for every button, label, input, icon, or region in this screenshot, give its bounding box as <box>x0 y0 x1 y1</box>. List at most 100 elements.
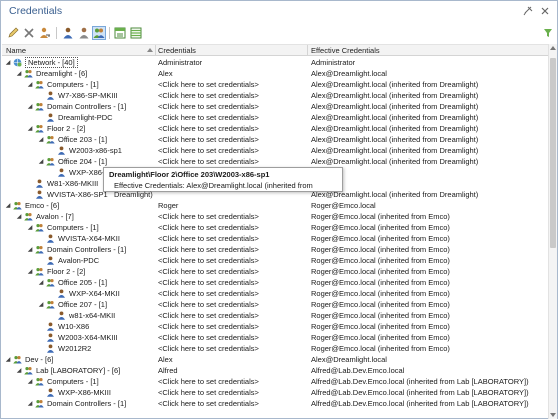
table-row[interactable]: WXP-X86-MKIII <Click here to set credenti… <box>2 387 548 398</box>
table-row[interactable]: ◢ Computers - [1] <Click here to set crede… <box>2 222 548 233</box>
close-icon[interactable] <box>540 6 550 16</box>
table-row[interactable]: ◢ Office 205 - [1] <Click here to set cred… <box>2 277 548 288</box>
single-user-icon[interactable] <box>61 26 75 40</box>
credentials-cell[interactable]: <Click here to set credentials> <box>158 124 259 133</box>
collapse-rows-icon[interactable] <box>129 26 143 40</box>
table-row[interactable]: ◢ Domain Controllers - [1] <Click here to … <box>2 244 548 255</box>
credentials-cell[interactable]: <Click here to set credentials> <box>158 212 259 221</box>
column-header-name[interactable]: Name <box>6 46 26 55</box>
credentials-cell[interactable]: <Click here to set credentials> <box>158 113 259 122</box>
expanded-arrow-icon[interactable]: ◢ <box>27 269 33 275</box>
table-row[interactable]: ◢ Office 207 - [1] <Click here to set cred… <box>2 299 548 310</box>
expanded-arrow-icon[interactable]: ◢ <box>38 302 44 308</box>
expanded-arrow-icon[interactable]: ◢ <box>5 60 11 66</box>
table-row[interactable]: W7-X86-SP-MKIII <Click here to set creden… <box>2 90 548 101</box>
user-key-icon[interactable] <box>38 26 52 40</box>
table-row[interactable]: ◢ Floor 2 - [2] <Click here to set credent… <box>2 123 548 134</box>
table-row[interactable]: ◢ Computers - [1] <Click here to set crede… <box>2 376 548 387</box>
user-group-icon[interactable] <box>92 26 106 40</box>
scroll-up-arrow-icon[interactable] <box>550 46 556 50</box>
credentials-cell[interactable]: <Click here to set credentials> <box>158 278 259 287</box>
table-row[interactable]: ◢ Dev - [6] Alex Alex@Dreamlight.local <box>2 354 548 365</box>
credentials-cell[interactable]: <Click here to set credentials> <box>158 333 259 342</box>
table-row[interactable]: ◢ Floor 2 - [2] <Click here to set credent… <box>2 266 548 277</box>
credentials-cell[interactable]: <Click here to set credentials> <box>158 80 259 89</box>
table-row[interactable]: W2003-x86-sp1 <Click here to set credenti… <box>2 145 548 156</box>
table-row[interactable]: W2003-X64-MKIII <Click here to set creden… <box>2 332 548 343</box>
column-header-credentials[interactable]: Credentials <box>158 46 196 55</box>
table-row[interactable]: ◢ Network - [40] Administrator Administrato… <box>2 57 548 68</box>
expand-rows-icon[interactable] <box>113 26 127 40</box>
table-row[interactable]: WXP-X64-MKII <Click here to set credentia… <box>2 288 548 299</box>
table-row[interactable]: ◢ Domain Controllers - [1] <Click here to … <box>2 101 548 112</box>
column-divider[interactable] <box>307 45 308 56</box>
expanded-arrow-icon[interactable]: ◢ <box>27 126 33 132</box>
table-row[interactable]: W2012R2 <Click here to set credentials> Ro… <box>2 343 548 354</box>
credentials-cell[interactable]: Alex <box>158 355 173 364</box>
credentials-cell[interactable]: <Click here to set credentials> <box>158 223 259 232</box>
credentials-cell[interactable]: <Click here to set credentials> <box>158 322 259 331</box>
credentials-cell[interactable]: <Click here to set credentials> <box>158 300 259 309</box>
credentials-cell[interactable]: <Click here to set credentials> <box>158 311 259 320</box>
credentials-cell[interactable]: <Click here to set credentials> <box>158 289 259 298</box>
expanded-arrow-icon[interactable]: ◢ <box>38 159 44 165</box>
expanded-arrow-icon[interactable]: ◢ <box>38 137 44 143</box>
table-row[interactable]: w81-x64-MKII <Click here to set credentia… <box>2 310 548 321</box>
credentials-cell[interactable]: <Click here to set credentials> <box>158 267 259 276</box>
credentials-cell[interactable]: <Click here to set credentials> <box>158 399 259 408</box>
table-row[interactable]: ◢ Emco - [6] Roger Roger@Emco.local <box>2 200 548 211</box>
expanded-arrow-icon[interactable]: ◢ <box>16 71 22 77</box>
expanded-arrow-icon[interactable]: ◢ <box>5 203 11 209</box>
vertical-scrollbar[interactable] <box>548 44 557 419</box>
credentials-window: Credentials Name Credentials Effective C… <box>0 0 558 419</box>
table-row[interactable]: ◢ Lab [LABORATORY] - [6] Alfred Alfred@Lab.… <box>2 365 548 376</box>
pin-icon[interactable] <box>523 6 533 16</box>
credentials-cell[interactable]: Administrator <box>158 58 202 67</box>
credentials-cell[interactable]: <Click here to set credentials> <box>158 245 259 254</box>
table-row[interactable]: ◢ Office 203 - [1] <Click here to set cred… <box>2 134 548 145</box>
column-header-effective[interactable]: Effective Credentials <box>311 46 380 55</box>
table-row[interactable]: WVISTA-X64-MKII <Click here to set creden… <box>2 233 548 244</box>
delete-x-icon[interactable] <box>22 26 36 40</box>
scroll-down-arrow-icon[interactable] <box>550 413 556 417</box>
table-row[interactable]: ◢ Computers - [1] <Click here to set crede… <box>2 79 548 90</box>
credentials-cell[interactable]: <Click here to set credentials> <box>158 102 259 111</box>
scroll-thumb[interactable] <box>550 58 556 248</box>
credentials-cell[interactable]: Alfred <box>158 366 178 375</box>
credentials-cell[interactable]: Roger <box>158 201 178 210</box>
table-row[interactable]: ◢ Avalon - [7] <Click here to set credenti… <box>2 211 548 222</box>
credentials-cell[interactable]: <Click here to set credentials> <box>158 388 259 397</box>
table-row[interactable]: Dreamlight-PDC <Click here to set credent… <box>2 112 548 123</box>
table-row[interactable]: Avalon-PDC <Click here to set credentials… <box>2 255 548 266</box>
expanded-arrow-icon[interactable]: ◢ <box>27 379 33 385</box>
expanded-arrow-icon[interactable]: ◢ <box>27 225 33 231</box>
effective-credentials-cell: Roger@Emco.local (inherited from Emco) <box>311 300 450 309</box>
credentials-cell[interactable]: <Click here to set credentials> <box>158 377 259 386</box>
column-divider[interactable] <box>155 45 156 56</box>
table-row[interactable]: ◢ Office 204 - [1] <Click here to set cred… <box>2 156 548 167</box>
table-row[interactable]: W10-X86 <Click here to set credentials> Ro… <box>2 321 548 332</box>
expanded-arrow-icon[interactable]: ◢ <box>27 247 33 253</box>
credentials-cell[interactable]: <Click here to set credentials> <box>158 234 259 243</box>
expanded-arrow-icon[interactable]: ◢ <box>16 368 22 374</box>
credentials-cell[interactable]: <Click here to set credentials> <box>158 344 259 353</box>
expanded-arrow-icon[interactable]: ◢ <box>27 401 33 407</box>
table-row[interactable]: ◢ Domain Controllers - [1] <Click here to … <box>2 398 548 409</box>
pencil-icon[interactable] <box>6 26 20 40</box>
user-gray-icon[interactable] <box>77 26 91 40</box>
credentials-cell[interactable]: <Click here to set credentials> <box>158 91 259 100</box>
expanded-arrow-icon[interactable]: ◢ <box>38 280 44 286</box>
table-row[interactable]: ◢ Dreamlight - [6] Alex Alex@Dreamlight.loc… <box>2 68 548 79</box>
expanded-arrow-icon[interactable]: ◢ <box>27 104 33 110</box>
effective-credentials-cell: Roger@Emco.local (inherited from Emco) <box>311 333 450 342</box>
credentials-cell[interactable]: <Click here to set credentials> <box>158 135 259 144</box>
credentials-cell[interactable]: <Click here to set credentials> <box>158 256 259 265</box>
credentials-cell[interactable]: <Click here to set credentials> <box>158 146 259 155</box>
expanded-arrow-icon[interactable]: ◢ <box>16 214 22 220</box>
filter-icon[interactable] <box>541 26 555 40</box>
expanded-arrow-icon[interactable]: ◢ <box>5 357 11 363</box>
credentials-cell[interactable]: <Click here to set credentials> <box>158 157 259 166</box>
credentials-cell[interactable]: Alex <box>158 69 173 78</box>
expanded-arrow-icon[interactable]: ◢ <box>27 82 33 88</box>
network-icon <box>13 58 22 67</box>
